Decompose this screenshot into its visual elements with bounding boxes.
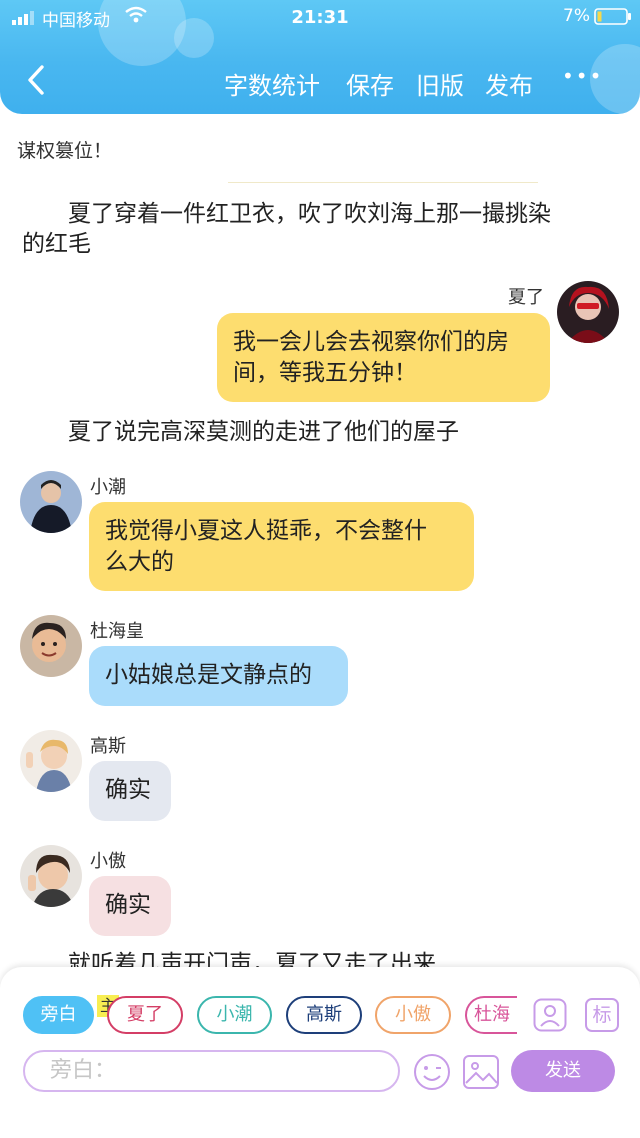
message-bubble[interactable]: 小姑娘总是文静点的 — [89, 646, 348, 706]
save-button[interactable]: 保存 — [346, 66, 394, 101]
message-line: 我一会儿会去视察你们的房 — [233, 329, 509, 355]
battery-icon — [594, 8, 632, 29]
narration-input[interactable]: 旁白： — [23, 1050, 400, 1092]
narration-text[interactable]: 夏了说完高深莫测的走进了他们的屋子 — [68, 417, 459, 448]
more-icon[interactable]: ••• — [562, 64, 603, 88]
battery-percent: 7% — [563, 6, 590, 26]
message-line: 间，等我五分钟！ — [233, 360, 417, 386]
speaker-name: 杜海皇 — [90, 621, 144, 642]
story-title-line: 谋权篡位！ — [17, 140, 113, 162]
status-time: 21:31 — [291, 7, 349, 28]
narration-text[interactable]: 夏了穿着一件红卫衣，吹了吹刘海上那一撮挑染 — [68, 199, 551, 230]
message-bubble[interactable]: 确实 — [89, 761, 171, 821]
message-line: 小姑娘总是文静点的 — [105, 662, 312, 688]
role-chip-xiale[interactable]: 夏了 — [107, 996, 183, 1034]
old-version-button[interactable]: 旧版 — [416, 66, 464, 101]
role-chip-duhai[interactable]: 杜海 — [465, 996, 517, 1034]
back-icon[interactable] — [22, 63, 52, 97]
message-line: 确实 — [105, 892, 151, 918]
role-chip-gaosi[interactable]: 高斯 — [286, 996, 362, 1034]
role-chip-xiaoao[interactable]: 小傲 — [375, 996, 451, 1034]
send-button[interactable]: 发送 — [511, 1050, 615, 1092]
role-chip-xiaochao[interactable]: 小潮 — [197, 996, 272, 1034]
avatar[interactable] — [20, 845, 82, 907]
speaker-name: 小傲 — [90, 851, 126, 872]
avatar[interactable] — [557, 281, 619, 343]
publish-button[interactable]: 发布 — [485, 66, 533, 101]
image-icon[interactable] — [462, 1053, 500, 1091]
message-bubble[interactable]: 确实 — [89, 876, 171, 936]
speaker-name: 高斯 — [90, 736, 126, 757]
avatar[interactable] — [20, 615, 82, 677]
role-manage-icon[interactable] — [533, 998, 567, 1032]
word-count-button[interactable]: 字数统计 — [224, 66, 320, 101]
emoji-icon[interactable] — [413, 1053, 451, 1091]
role-chip-narrator[interactable]: 旁白 — [23, 996, 94, 1034]
message-bubble[interactable]: 我觉得小夏这人挺乖，不会整什 么大的 — [89, 502, 474, 591]
divider — [228, 182, 538, 183]
avatar[interactable] — [20, 730, 82, 792]
mark-button[interactable]: 标 — [585, 998, 619, 1032]
message-bubble[interactable]: 我一会儿会去视察你们的房 间，等我五分钟！ — [217, 313, 550, 402]
narration-text[interactable]: 的红毛 — [22, 229, 91, 260]
speaker-name: 夏了 — [508, 287, 544, 308]
app-header: 中国移动 21:31 7% 字数统计 保存 旧版 发布 ••• — [0, 0, 640, 114]
avatar[interactable] — [20, 471, 82, 533]
speaker-name: 小潮 — [90, 477, 126, 498]
message-line: 确实 — [105, 777, 151, 803]
message-line: 我觉得小夏这人挺乖，不会整什 — [105, 518, 427, 544]
message-line: 么大的 — [105, 549, 174, 575]
